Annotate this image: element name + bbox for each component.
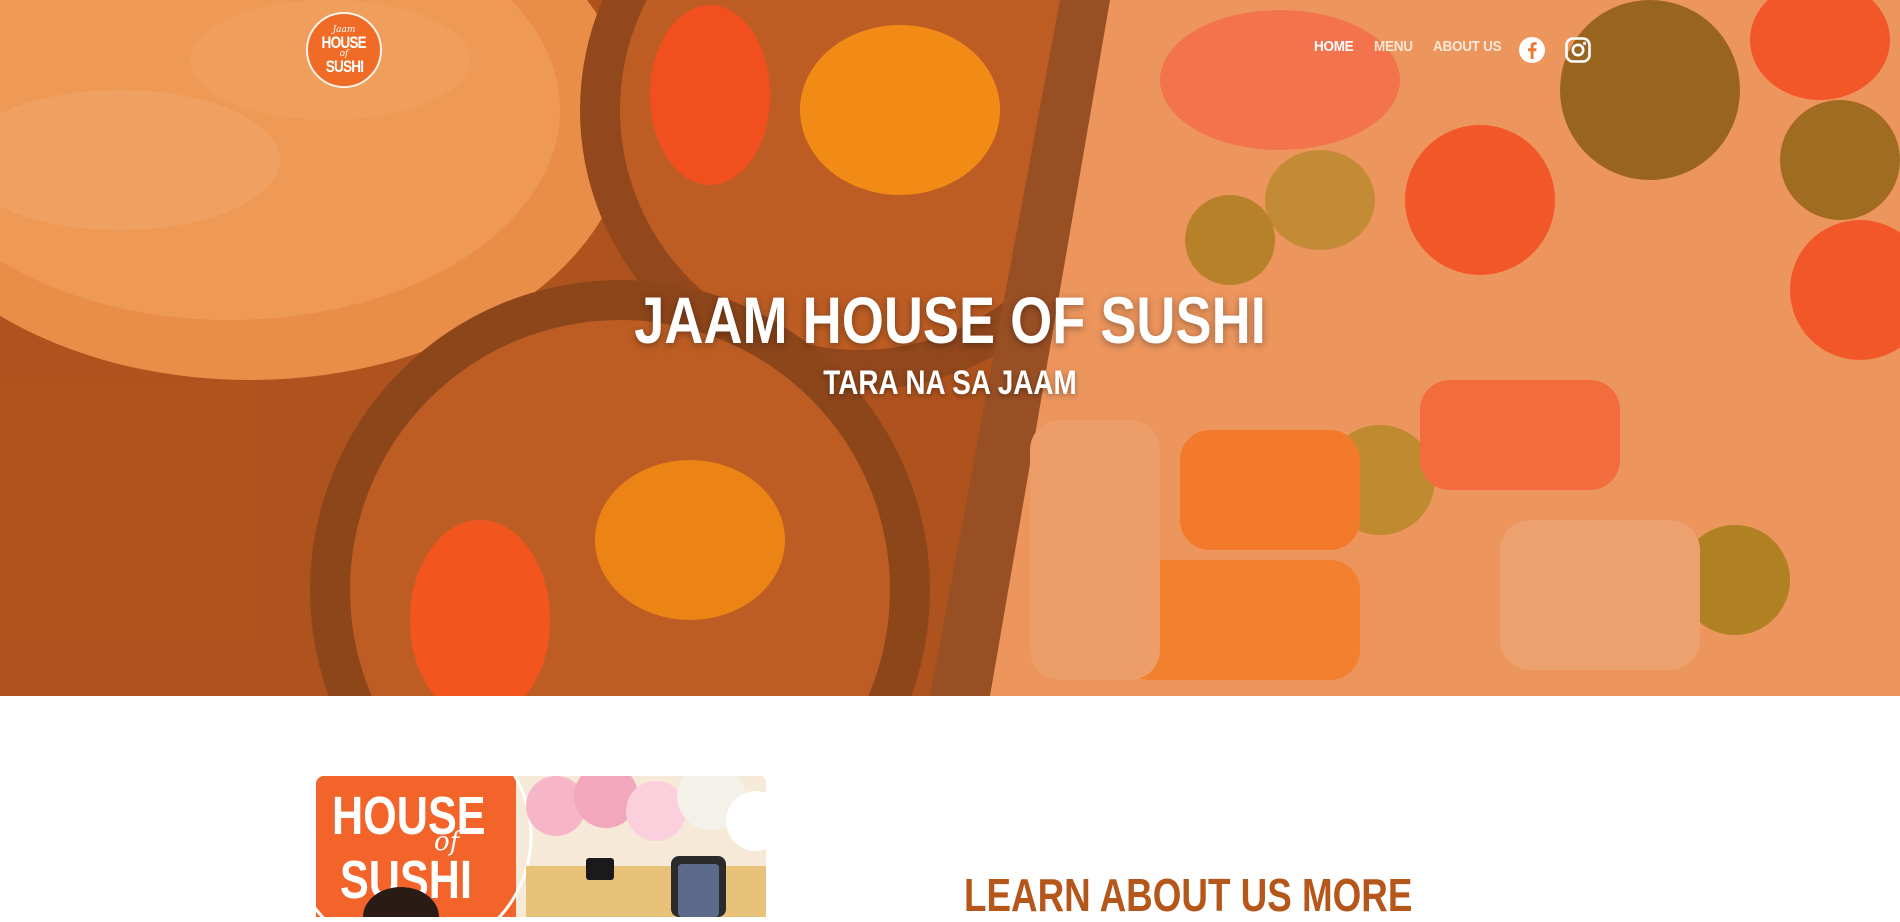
logo-line-house: HOUSE	[321, 32, 367, 52]
instagram-icon[interactable]	[1564, 36, 1592, 64]
nav-about-us[interactable]: ABOUT US	[1433, 38, 1502, 55]
social-links	[1518, 36, 1592, 64]
hero-subtitle: TARA NA SA JAAM	[823, 364, 1077, 402]
facebook-icon[interactable]	[1518, 36, 1546, 64]
site-logo[interactable]: Jaam HOUSE of SUSHI	[306, 12, 382, 88]
main-nav: HOME MENU ABOUT US	[1314, 38, 1509, 55]
hero-title: JAAM HOUSE OF SUSHI	[634, 283, 1266, 357]
hero-banner: Jaam HOUSE of SUSHI HOME MENU ABOUT US J…	[0, 0, 1900, 696]
about-heading: LEARN ABOUT US MORE	[964, 869, 1413, 921]
about-photo-image: HOUSE of SUSHI	[316, 776, 766, 917]
logo-line-sushi: SUSHI	[325, 57, 363, 77]
nav-menu[interactable]: MENU	[1374, 38, 1413, 55]
about-photo: HOUSE of SUSHI	[316, 776, 766, 917]
nav-home[interactable]: HOME	[1314, 38, 1354, 55]
about-photo-sign-house: HOUSE	[332, 787, 486, 847]
